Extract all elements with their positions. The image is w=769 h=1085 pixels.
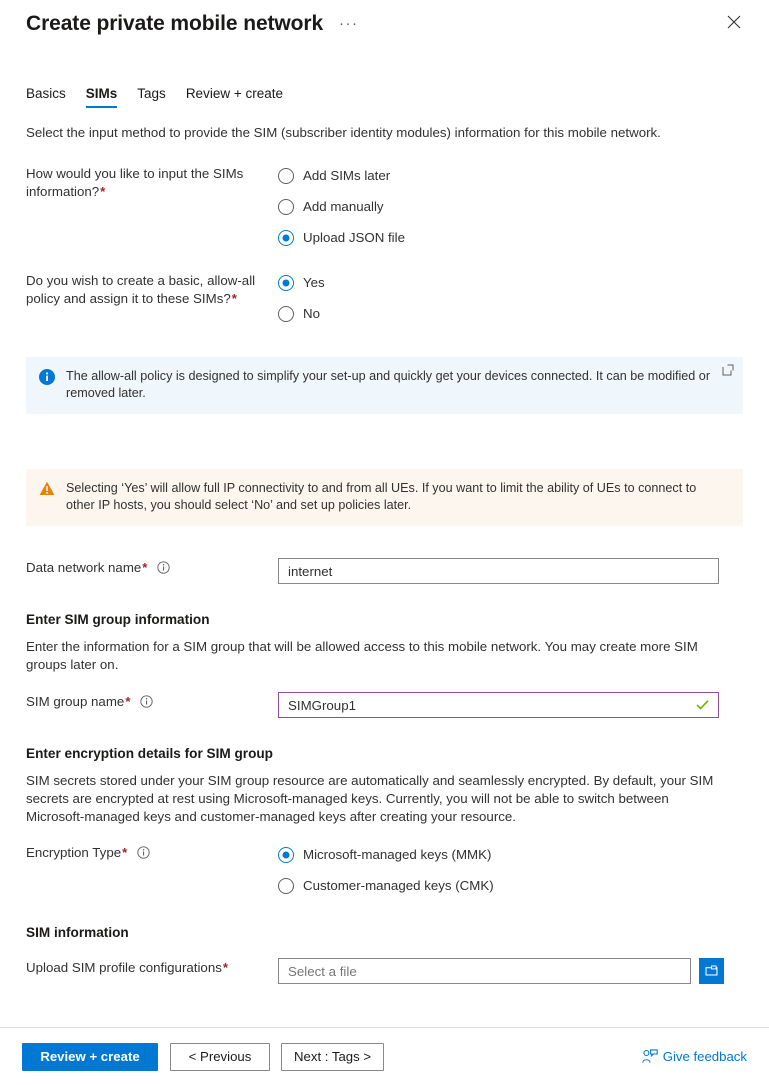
radio-customer-managed-keys[interactable]: Customer-managed keys (CMK)	[278, 874, 743, 897]
title-row: Create private mobile network ···	[26, 10, 769, 38]
required-asterisk: *	[125, 694, 131, 709]
tab-basics[interactable]: Basics	[26, 86, 66, 108]
radio-label: Add manually	[303, 198, 384, 214]
next-tags-button[interactable]: Next : Tags >	[281, 1042, 385, 1071]
radio-add-manually[interactable]: Add manually	[278, 195, 743, 218]
input-method-row: How would you like to input the SIMs inf…	[26, 164, 743, 249]
sim-group-name-input[interactable]	[278, 692, 719, 718]
close-icon	[727, 15, 741, 29]
radio-upload-json-file[interactable]: Upload JSON file	[278, 226, 743, 249]
tab-tags[interactable]: Tags	[137, 86, 166, 108]
intro-text: Select the input method to provide the S…	[26, 125, 661, 140]
info-circle-icon	[39, 369, 57, 390]
folder-open-icon	[705, 965, 718, 976]
required-asterisk: *	[222, 960, 229, 975]
data-network-name-label-text: Data network name	[26, 560, 142, 575]
page-title: Create private mobile network	[26, 12, 324, 35]
radio-policy-no[interactable]: No	[278, 302, 743, 325]
allow-all-policy-row: Do you wish to create a basic, allow-all…	[26, 271, 743, 325]
sim-group-name-input-wrap	[278, 692, 743, 718]
radio-circle-selected-icon	[278, 229, 294, 246]
encryption-type-options: Microsoft-managed keys (MMK) Customer-ma…	[278, 843, 743, 897]
radio-circle-icon	[278, 198, 294, 215]
radio-add-sims-later[interactable]: Add SIMs later	[278, 164, 743, 187]
feedback-person-icon	[641, 1049, 658, 1063]
radio-label: Microsoft-managed keys (MMK)	[303, 846, 492, 862]
review-create-button[interactable]: Review + create	[22, 1042, 158, 1071]
radio-label: No	[303, 305, 320, 321]
blade-header: Create private mobile network ···	[0, 0, 769, 56]
sim-group-section-heading: Enter SIM group information	[26, 612, 210, 627]
radio-circle-icon	[278, 167, 294, 184]
radio-label: Upload JSON file	[303, 229, 405, 245]
radio-circle-selected-icon	[278, 846, 294, 863]
info-icon[interactable]	[157, 561, 170, 574]
file-path-input[interactable]	[278, 958, 691, 984]
encryption-section-heading: Enter encryption details for SIM group	[26, 746, 273, 761]
input-method-options: Add SIMs later Add manually Upload JSON …	[278, 164, 743, 249]
allow-all-policy-label-text: Do you wish to create a basic, allow-all…	[26, 273, 256, 306]
sim-group-name-row: SIM group name*	[26, 692, 743, 718]
radio-label: Yes	[303, 274, 325, 290]
upload-sim-profile-label: Upload SIM profile configurations*	[26, 958, 278, 984]
info-banner: The allow-all policy is designed to simp…	[26, 357, 743, 414]
blade-body: Select the input method to provide the S…	[0, 124, 769, 984]
data-network-name-input[interactable]	[278, 558, 719, 584]
input-method-label-text: How would you like to input the SIMs inf…	[26, 166, 244, 199]
create-private-mobile-network-blade: Create private mobile network ··· Basics…	[0, 0, 769, 1085]
tab-bar: Basics SIMs Tags Review + create	[0, 82, 769, 108]
data-network-name-label: Data network name*	[26, 558, 278, 584]
sim-group-section-description: Enter the information for a SIM group th…	[26, 639, 698, 672]
required-asterisk: *	[231, 291, 237, 306]
browse-file-button[interactable]	[699, 958, 724, 984]
more-options-button[interactable]: ···	[339, 16, 359, 32]
radio-policy-yes[interactable]: Yes	[278, 271, 743, 294]
radio-label: Add SIMs later	[303, 167, 391, 183]
radio-circle-icon	[278, 877, 294, 894]
encryption-type-label-text: Encryption Type	[26, 845, 122, 860]
required-asterisk: *	[100, 184, 106, 199]
file-picker	[278, 958, 743, 984]
required-asterisk: *	[122, 845, 128, 860]
blade-footer: Review + create < Previous Next : Tags >…	[0, 1027, 769, 1085]
data-network-name-row: Data network name*	[26, 558, 743, 584]
sim-information-heading: SIM information	[26, 925, 129, 940]
input-method-label: How would you like to input the SIMs inf…	[26, 164, 278, 249]
radio-circle-selected-icon	[278, 274, 294, 291]
warning-banner: Selecting ‘Yes’ will allow full IP conne…	[26, 469, 743, 526]
upload-sim-profile-row: Upload SIM profile configurations*	[26, 958, 743, 984]
warning-triangle-icon	[39, 481, 57, 501]
tab-sims[interactable]: SIMs	[85, 86, 117, 108]
upload-sim-profile-label-text: Upload SIM profile configurations	[26, 960, 222, 975]
allow-all-policy-options: Yes No	[278, 271, 743, 325]
encryption-section-description: SIM secrets stored under your SIM group …	[26, 773, 714, 824]
info-icon[interactable]	[140, 695, 153, 708]
radio-label: Customer-managed keys (CMK)	[303, 877, 494, 893]
give-feedback-link[interactable]: Give feedback	[641, 1049, 747, 1064]
sim-group-name-label-text: SIM group name	[26, 694, 125, 709]
external-link-icon[interactable]	[722, 364, 734, 376]
checkmark-icon	[696, 699, 709, 712]
required-asterisk: *	[142, 560, 148, 575]
close-button[interactable]	[721, 9, 747, 35]
tab-review-create[interactable]: Review + create	[186, 86, 283, 108]
data-network-name-input-wrap	[278, 558, 743, 584]
previous-button[interactable]: < Previous	[170, 1042, 270, 1071]
radio-microsoft-managed-keys[interactable]: Microsoft-managed keys (MMK)	[278, 843, 743, 866]
info-icon[interactable]	[137, 846, 150, 859]
warning-banner-text: Selecting ‘Yes’ will allow full IP conne…	[66, 481, 697, 512]
info-banner-text: The allow-all policy is designed to simp…	[66, 369, 711, 400]
sim-group-name-label: SIM group name*	[26, 692, 278, 718]
give-feedback-label: Give feedback	[662, 1049, 747, 1064]
allow-all-policy-label: Do you wish to create a basic, allow-all…	[26, 271, 278, 325]
encryption-type-label: Encryption Type*	[26, 843, 278, 897]
encryption-type-row: Encryption Type* Microsoft-managed keys …	[26, 843, 743, 897]
radio-circle-icon	[278, 305, 294, 322]
